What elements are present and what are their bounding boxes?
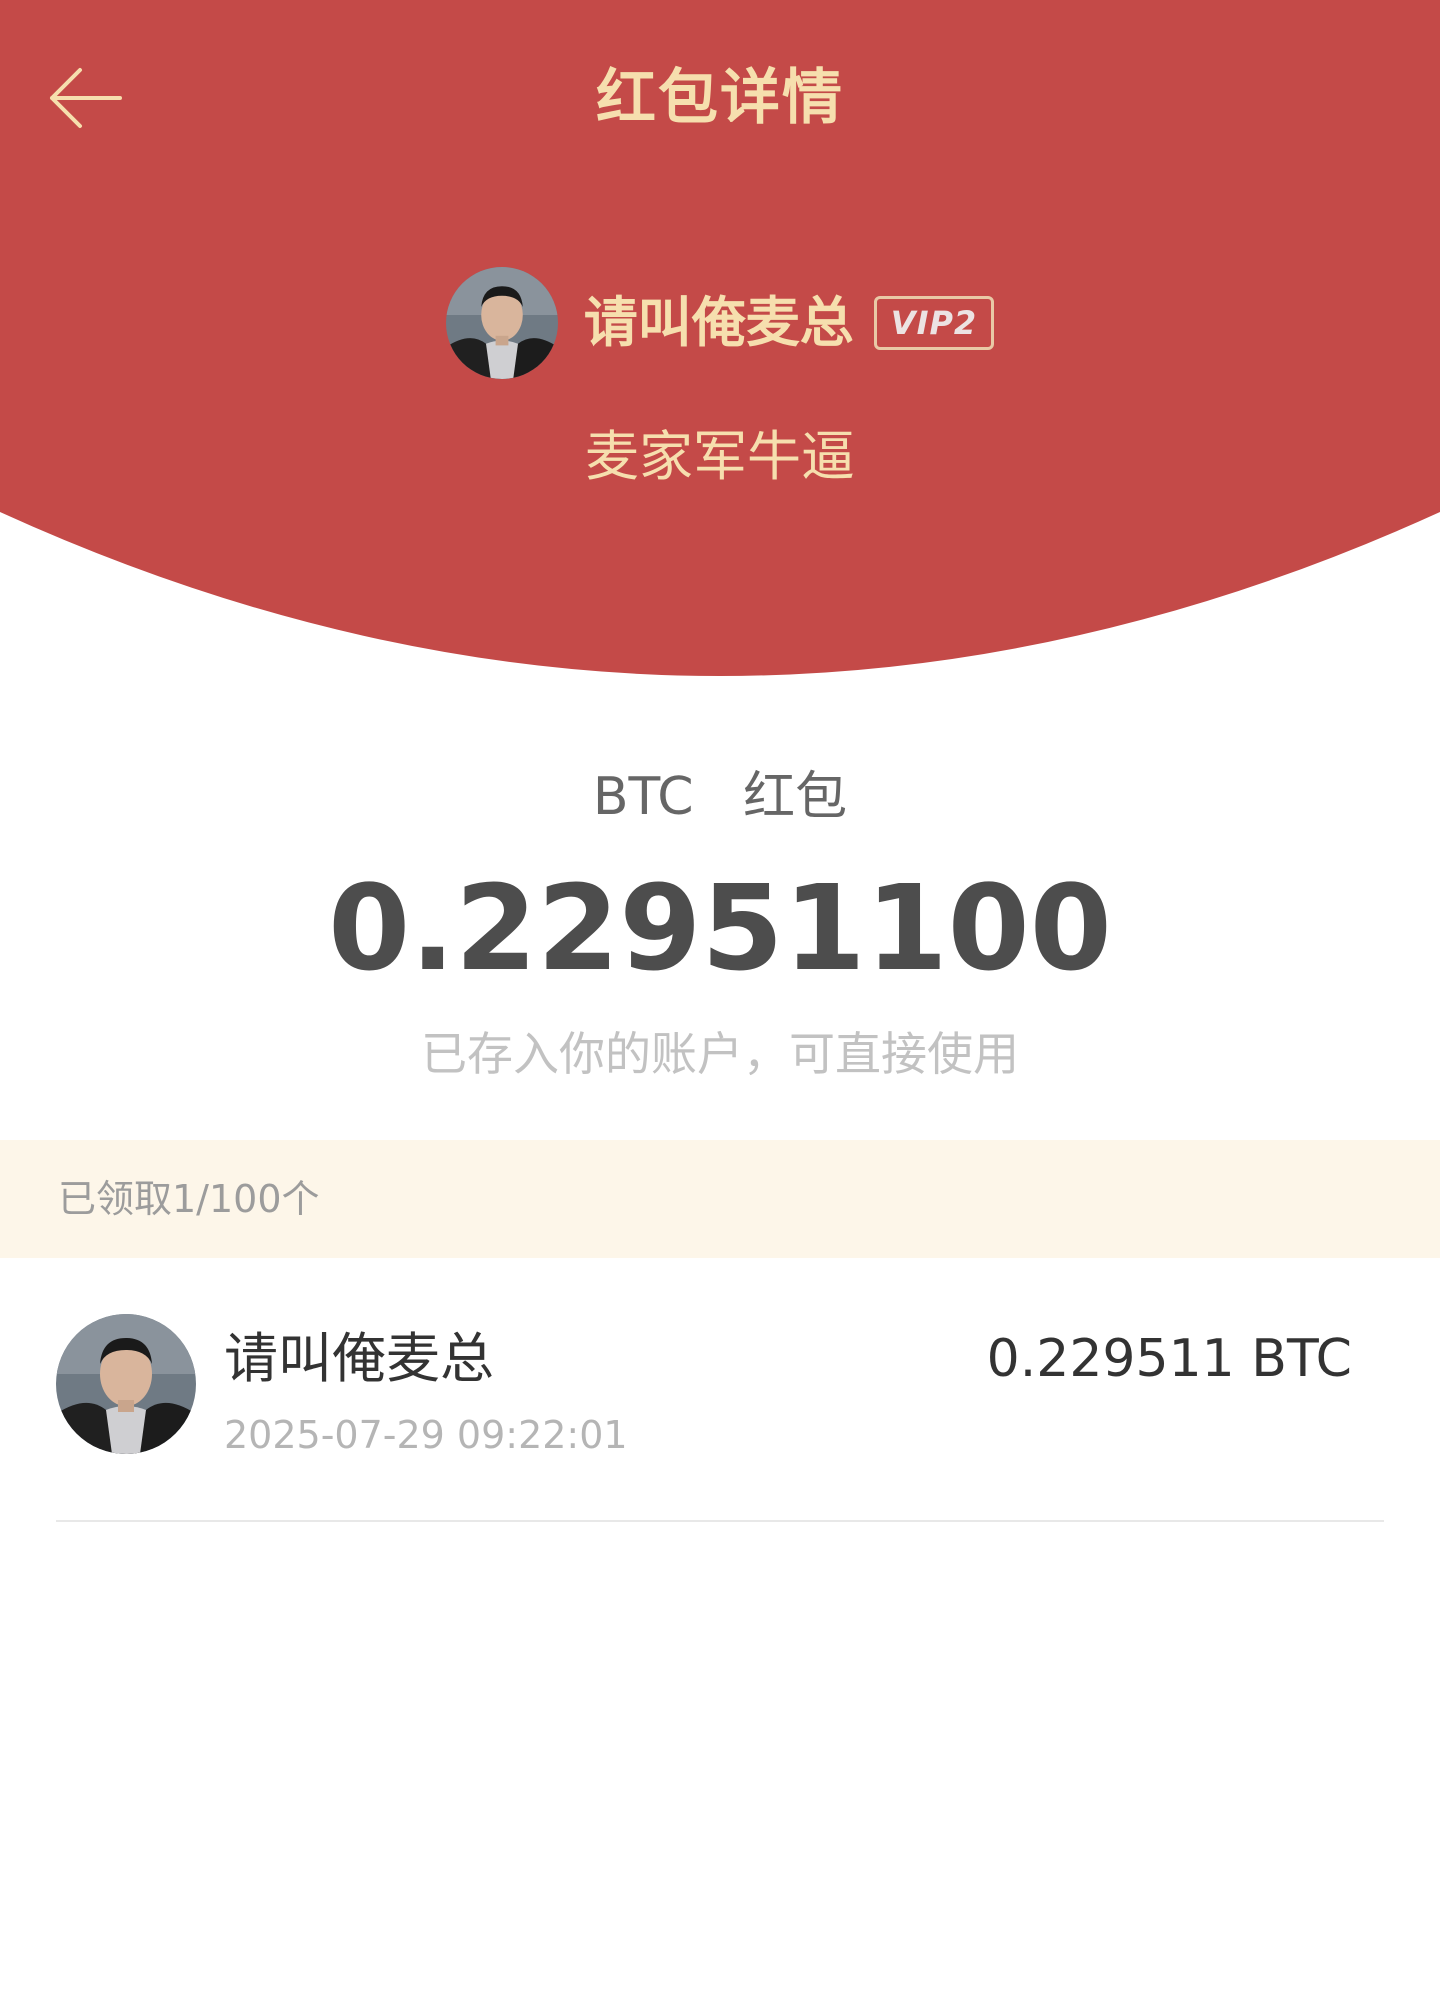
packet-type: BTC 红包	[0, 762, 1440, 832]
greeting-message: 麦家军牛逼	[585, 425, 855, 488]
received-amount: 0.22951100	[328, 859, 1112, 997]
sender-name: 请叫俺麦总	[583, 291, 854, 354]
deposit-note: 已存入你的账户，可直接使用	[421, 1027, 1019, 1081]
claimer-name: 请叫俺麦总	[224, 1327, 494, 1390]
claim-amount: 0.229511 BTC	[986, 1329, 1352, 1389]
claimer-avatar[interactable]	[56, 1314, 196, 1454]
claim-time: 2025-07-29 09:22:01	[224, 1413, 628, 1457]
divider	[56, 1520, 1384, 1522]
sender-info: 请叫俺麦总 VIP2	[0, 266, 1440, 380]
page-title: 红包详情	[596, 63, 844, 133]
claim-list-item[interactable]: 请叫俺麦总 2025-07-29 09:22:01 0.229511 BTC	[0, 1258, 1440, 1522]
sender-avatar[interactable]	[445, 267, 558, 379]
packet-type-label: 红包	[743, 767, 848, 827]
currency-label: BTC	[592, 767, 694, 827]
claimed-summary: 已领取1/100个	[58, 1177, 320, 1221]
vip-badge: VIP2	[873, 296, 995, 350]
claimed-summary-bar: 已领取1/100个	[0, 1140, 1440, 1258]
